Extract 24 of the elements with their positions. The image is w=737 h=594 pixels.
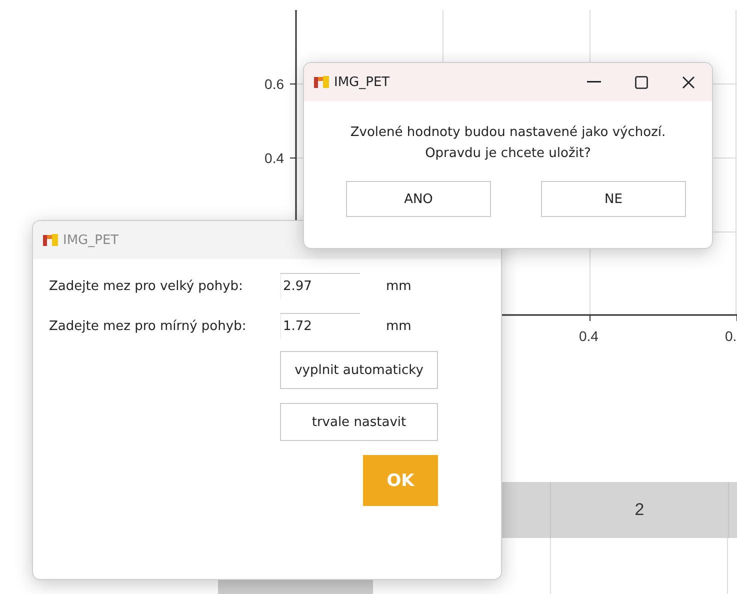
action-button[interactable]: trvale nastavit — [280, 403, 438, 441]
field-label: Zadejte mez pro mírný pohyb: — [49, 318, 248, 334]
axis-tick-label: 0. — [725, 328, 737, 344]
dialog-button[interactable]: NE — [541, 181, 686, 217]
field-label: Zadejte mez pro velký pohyb: — [49, 278, 244, 294]
app-icon — [314, 76, 329, 88]
action-button[interactable]: vyplnit automaticky — [280, 351, 438, 389]
close-icon[interactable] — [682, 76, 695, 88]
minimize-icon[interactable] — [587, 81, 601, 83]
app-icon — [43, 234, 58, 246]
message-text: Zvolené hodnoty budou nastavené jako výchozí. — [349, 124, 667, 142]
message-text: Opravdu je chcete uložit? — [424, 145, 592, 163]
table-header-cell: 2 — [550, 482, 729, 538]
unit-label: mm — [386, 318, 412, 334]
axis-tick-label: 0.4 — [579, 328, 598, 344]
window-title: IMG_PET — [334, 74, 390, 90]
input-field[interactable]: 2.97 — [280, 273, 360, 299]
dialog-button[interactable]: ANO — [346, 181, 491, 217]
axis-tick-label: 0.6 — [264, 76, 284, 92]
input-field[interactable]: 1.72 — [280, 313, 360, 339]
maximize-icon[interactable] — [635, 76, 648, 88]
window-title: IMG_PET — [63, 232, 119, 248]
unit-label: mm — [386, 278, 412, 294]
axis-tick-label: 0.4 — [264, 150, 284, 166]
